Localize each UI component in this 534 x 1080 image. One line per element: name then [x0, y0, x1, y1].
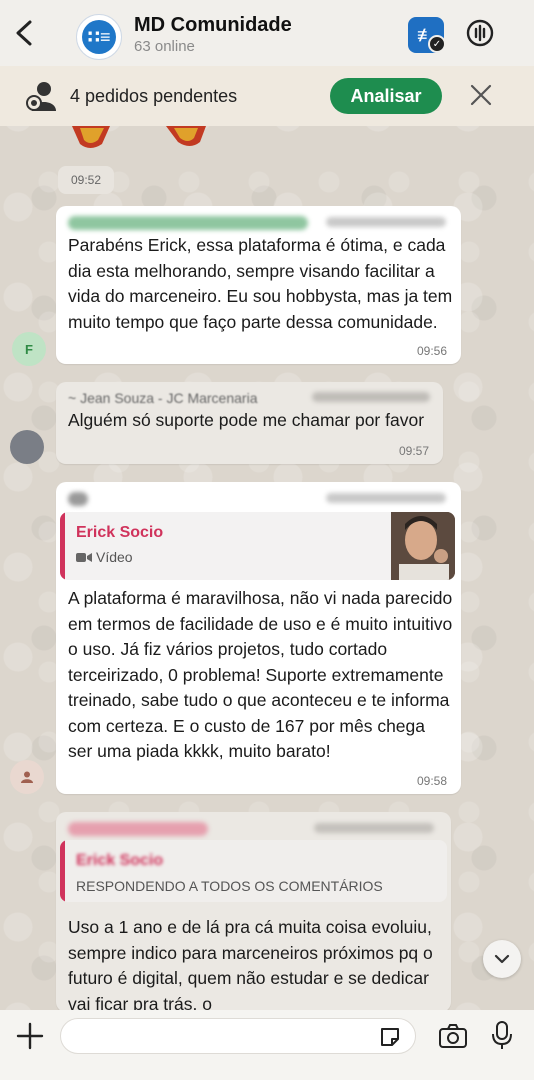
- chevron-down-icon: [494, 954, 510, 964]
- message-bubble[interactable]: ~ Jean Souza - JC Marcenaria Alguém só s…: [56, 382, 443, 464]
- back-icon[interactable]: [12, 18, 36, 48]
- quoted-message[interactable]: Erick Socio RESPONDENDO A TODOS OS COMEN…: [60, 840, 447, 902]
- quote-accent-bar: [60, 840, 65, 902]
- message-text: Parabéns Erick, essa plataforma é ótima,…: [68, 235, 453, 332]
- message-time: 09:56: [416, 344, 447, 358]
- message-time: 09:58: [416, 774, 447, 788]
- avatar[interactable]: F: [12, 332, 46, 366]
- video-thumbnail: [391, 512, 455, 580]
- analisar-button[interactable]: Analisar: [330, 78, 442, 114]
- message-bubble[interactable]: Erick Socio RESPONDENDO A TODOS OS COMEN…: [56, 812, 451, 1012]
- sender-name: ~ Jean Souza - JC Marcenaria: [68, 390, 258, 406]
- group-title[interactable]: MD Comunidade: [134, 14, 292, 37]
- sticker-icon[interactable]: [378, 1025, 402, 1049]
- quote-accent-bar: [60, 512, 65, 580]
- people-icon: [26, 82, 56, 111]
- chat-header: ∷≡ MD Comunidade 63 online ≢ ✓: [0, 0, 534, 66]
- mic-icon[interactable]: [490, 1020, 514, 1050]
- sender-name-blurred: [68, 822, 208, 836]
- sender-phone-blurred: [312, 392, 430, 402]
- video-icon: [76, 553, 92, 562]
- sender-name-blurred: [68, 492, 88, 506]
- quoted-type: Vídeo: [96, 549, 133, 565]
- voice-chat-icon[interactable]: [465, 18, 495, 48]
- quoted-message[interactable]: Erick Socio Vídeo: [60, 512, 455, 580]
- quoted-sender: Erick Socio: [76, 852, 164, 869]
- sender-phone-blurred: [326, 217, 446, 227]
- sender-phone-blurred: [314, 823, 434, 833]
- sticker-image[interactable]: [66, 126, 216, 152]
- scroll-down-button[interactable]: [483, 940, 521, 978]
- message-text: A plataforma é maravilhosa, não vi nada …: [68, 588, 453, 761]
- message-bubble[interactable]: Parabéns Erick, essa plataforma é ótima,…: [56, 206, 461, 364]
- message-text: Uso a 1 ano e de lá pra cá muita coisa e…: [68, 917, 433, 1012]
- message-text: Alguém só suporte pode me chamar por fav…: [68, 410, 425, 430]
- sender-name-blurred: [68, 216, 308, 230]
- avatar[interactable]: [10, 430, 44, 464]
- group-avatar[interactable]: ∷≡: [76, 14, 122, 60]
- avatar[interactable]: [10, 760, 44, 794]
- group-logo: ∷≡: [82, 20, 116, 54]
- sender-phone-blurred: [326, 493, 446, 503]
- check-badge-icon: ✓: [428, 35, 446, 53]
- compose-bar: [0, 1010, 534, 1080]
- pending-requests-label: 4 pedidos pendentes: [70, 86, 238, 106]
- message-bubble[interactable]: Erick Socio Vídeo A plataforma é maravil…: [56, 482, 461, 794]
- person-icon: [21, 771, 33, 783]
- quoted-type: RESPONDENDO A TODOS OS COMENTÁRIOS: [76, 878, 383, 894]
- quoted-sender: Erick Socio: [76, 524, 164, 541]
- message-time: 09:57: [398, 444, 429, 458]
- plus-icon[interactable]: [16, 1022, 44, 1050]
- message-time: 09:52: [58, 166, 114, 194]
- pending-requests-bar: 4 pedidos pendentes Analisar: [0, 66, 534, 126]
- message-input[interactable]: [60, 1018, 416, 1054]
- close-icon[interactable]: [468, 82, 494, 108]
- camera-icon[interactable]: [438, 1023, 468, 1049]
- online-count: 63 online: [134, 38, 195, 55]
